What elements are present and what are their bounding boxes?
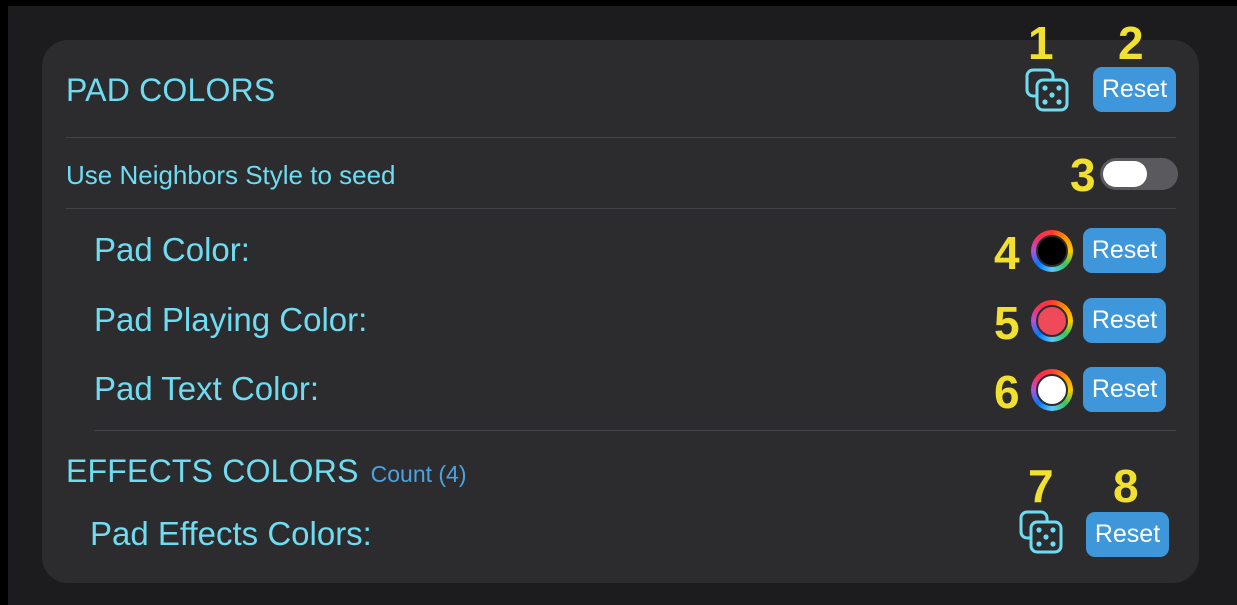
marker-6: 6 xyxy=(994,366,1020,418)
effects-colors-title: EFFECTS COLORS xyxy=(66,453,359,489)
marker-5: 5 xyxy=(994,297,1020,349)
pad-colors-reset-button[interactable]: Reset xyxy=(1093,67,1176,112)
marker-2: 2 xyxy=(1118,17,1144,69)
pad-text-color-reset-button[interactable]: Reset xyxy=(1083,367,1166,412)
pad-text-color-swatch[interactable] xyxy=(1031,369,1073,411)
effects-randomize-dice-icon[interactable] xyxy=(1017,508,1067,556)
effects-colors-header: EFFECTS COLORS Count (4) xyxy=(66,453,467,490)
effects-count-label: Count (4) xyxy=(370,461,467,487)
toggle-knob xyxy=(1103,161,1147,187)
neighbors-style-label: Use Neighbors Style to seed xyxy=(66,160,396,190)
pad-color-swatch[interactable] xyxy=(1031,230,1073,272)
pad-playing-color-swatch[interactable] xyxy=(1031,300,1073,342)
effects-colors-reset-button[interactable]: Reset xyxy=(1086,512,1169,557)
pad-colors-card: PAD COLORS 1 2 Reset Use Neighbors Style… xyxy=(42,20,1199,583)
pad-playing-color-reset-button[interactable]: Reset xyxy=(1083,298,1166,343)
randomize-dice-icon[interactable] xyxy=(1023,66,1073,114)
divider xyxy=(66,137,1176,138)
marker-1: 1 xyxy=(1028,17,1054,69)
marker-8: 8 xyxy=(1113,460,1139,512)
marker-3: 3 xyxy=(1070,149,1096,201)
pad-color-swatch-fill xyxy=(1036,235,1068,267)
pad-playing-color-swatch-fill xyxy=(1036,305,1068,337)
marker-4: 4 xyxy=(994,227,1020,279)
divider xyxy=(66,208,1176,209)
pad-text-color-swatch-fill xyxy=(1036,374,1068,406)
pad-effects-colors-label: Pad Effects Colors: xyxy=(90,515,372,552)
pad-color-reset-button[interactable]: Reset xyxy=(1083,228,1166,273)
neighbors-style-toggle[interactable] xyxy=(1100,158,1178,190)
pad-text-color-label: Pad Text Color: xyxy=(94,370,320,407)
pad-colors-title: PAD COLORS xyxy=(66,72,276,108)
pad-color-label: Pad Color: xyxy=(94,231,250,268)
divider xyxy=(94,430,1176,431)
marker-7: 7 xyxy=(1028,460,1054,512)
pad-playing-color-label: Pad Playing Color: xyxy=(94,301,368,338)
